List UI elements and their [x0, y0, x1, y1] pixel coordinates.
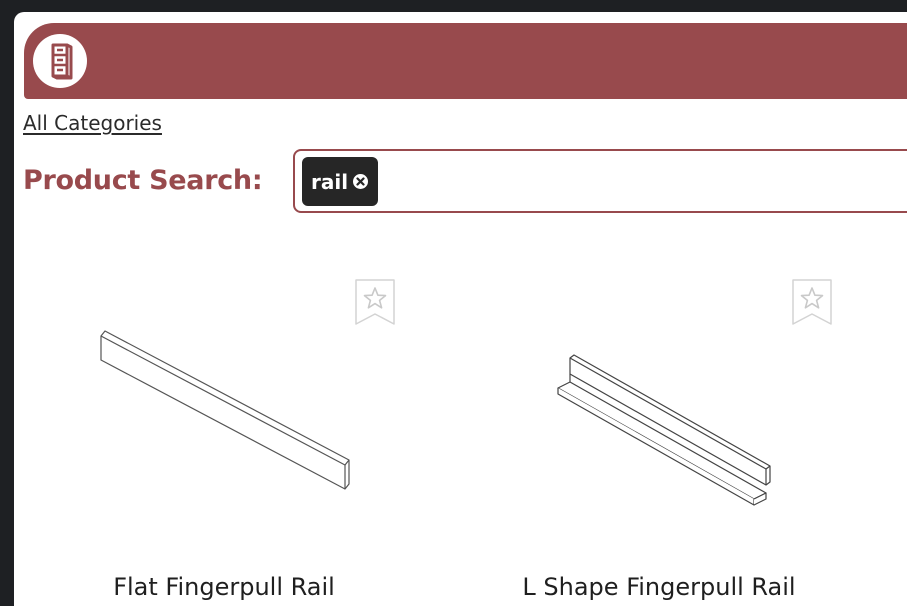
search-chip-label: rail: [311, 169, 349, 194]
product-card[interactable]: Flat Fingerpull Rail: [14, 270, 434, 606]
header-bar: [24, 23, 907, 99]
breadcrumb-all-categories[interactable]: All Categories: [23, 111, 162, 135]
product-name[interactable]: L Shape Fingerpull Rail: [449, 573, 869, 601]
flat-rail-icon: [100, 330, 350, 490]
search-chip[interactable]: rail: [302, 157, 379, 206]
search-label: Product Search:: [23, 165, 263, 196]
product-name[interactable]: Flat Fingerpull Rail: [14, 573, 434, 601]
product-card[interactable]: L Shape Fingerpull Rail: [450, 270, 870, 606]
search-input[interactable]: rail: [293, 149, 907, 213]
file-cabinet-icon: [51, 43, 73, 80]
app-panel: All Categories Product Search: rail Flat…: [14, 12, 907, 606]
l-shape-rail-icon: [557, 354, 771, 506]
close-circle-icon[interactable]: [353, 174, 369, 189]
logo[interactable]: [33, 34, 87, 88]
